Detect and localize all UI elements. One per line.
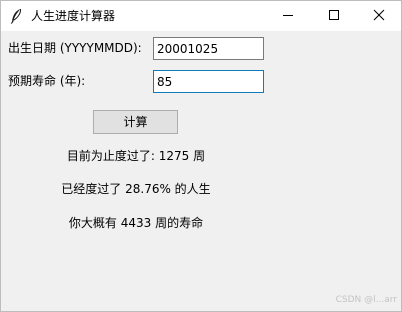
title-bar[interactable]: 人生进度计算器 (1, 1, 401, 31)
close-icon (373, 9, 385, 24)
percent-lived-text: 已经度过了 28.76% 的人生 (61, 182, 211, 196)
feather-icon (9, 8, 23, 24)
maximize-icon (328, 9, 340, 24)
life-expectancy-input[interactable] (153, 70, 264, 93)
window-title: 人生进度计算器 (31, 9, 116, 23)
life-expectancy-label: 预期寿命 (年): (8, 74, 86, 88)
weeks-passed-text: 目前为止度过了: 1275 周 (66, 149, 206, 163)
birth-date-input[interactable] (153, 37, 264, 60)
app-window: 人生进度计算器 出生日期 (YYYYMMDD): 预期寿命 (年): 计算 目前… (0, 0, 402, 312)
calculate-button[interactable]: 计算 (93, 110, 178, 134)
birth-date-label: 出生日期 (YYYYMMDD): (8, 41, 142, 55)
minimize-button[interactable] (265, 1, 311, 31)
maximize-button[interactable] (311, 1, 357, 31)
weeks-left-text: 你大概有 4433 周的寿命 (68, 216, 204, 230)
minimize-icon (282, 9, 294, 24)
watermark: CSDN @l...arr (335, 295, 397, 305)
close-button[interactable] (356, 1, 402, 31)
